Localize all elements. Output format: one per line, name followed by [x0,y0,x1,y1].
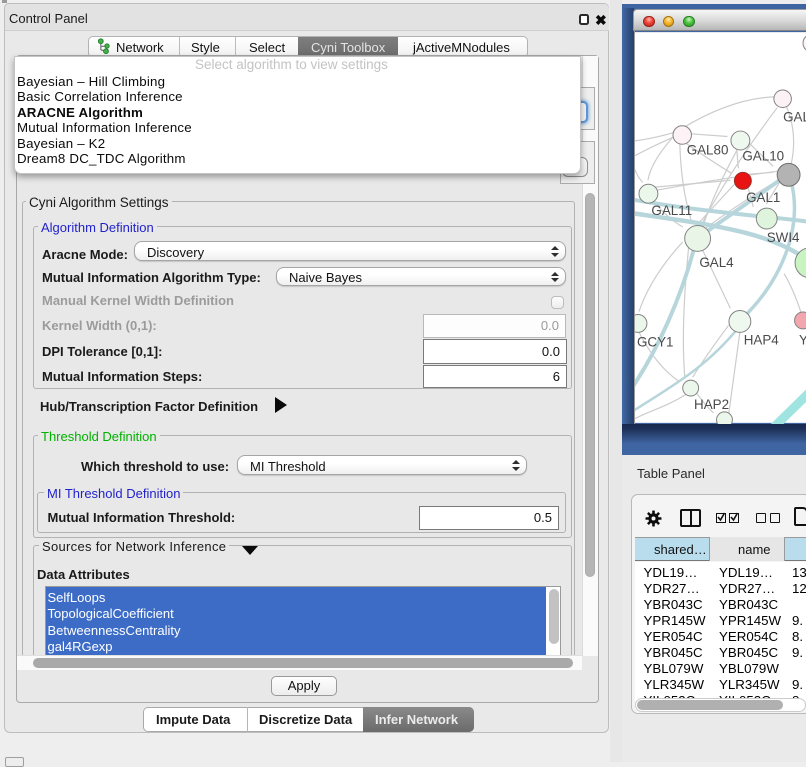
svg-text:GCY1: GCY1 [637,334,674,349]
svg-text:HAP2: HAP2 [694,397,729,412]
svg-text:GAL80: GAL80 [687,142,729,157]
svg-text:GAL1: GAL1 [746,190,780,205]
svg-text:GAL10: GAL10 [742,148,784,163]
svg-text:GAL7: GAL7 [783,110,806,125]
svg-text:Y: Y [799,332,806,347]
svg-text:HAP4: HAP4 [744,332,780,347]
svg-text:GAL4: GAL4 [699,255,734,270]
svg-text:SWI4: SWI4 [767,230,800,245]
svg-text:GAL11: GAL11 [651,203,692,218]
